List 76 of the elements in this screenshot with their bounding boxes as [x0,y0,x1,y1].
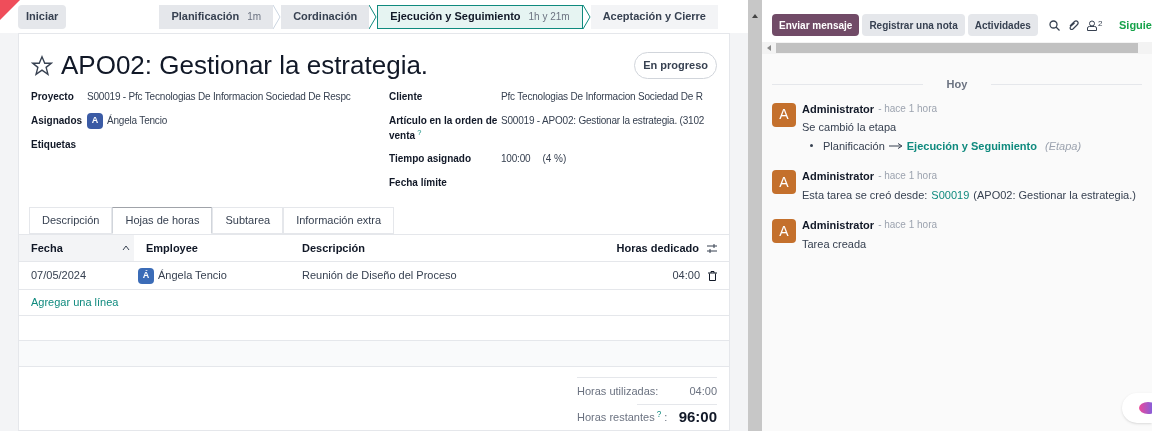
field-label: Cliente [389,90,424,104]
ribbon-corner [0,0,20,20]
table-cell-text: 04:00 [672,268,700,284]
total-value: 96:00 [678,407,717,428]
date-separator: Hoy [945,77,969,92]
stage-button[interactable]: Aceptación y Cierre [590,4,718,29]
field-label: Proyecto [31,90,75,104]
avatar: A [772,170,796,194]
chevron-icon [582,4,591,29]
trash-icon[interactable] [708,270,717,281]
tracking-field: (Etapa) [1044,137,1082,154]
field-value: Ángela Tencio [107,113,168,128]
add-line-link[interactable]: Agregar una línea [31,294,119,311]
arrow-icon [888,142,903,149]
scroll-left-icon[interactable] [766,45,772,51]
horizontal-scrollbar[interactable] [776,43,1138,53]
table-cell-text: Ángela Tencio [158,268,227,284]
message-author: Administrator [802,218,875,233]
record-link[interactable]: S00019 [931,186,970,203]
column-header[interactable]: Descripción [302,239,365,257]
tab[interactable]: Subtarea [212,207,284,234]
message-text: Se cambió la etapa [802,120,898,135]
field-label: Fecha límite [389,176,448,190]
chevron-icon [369,4,378,29]
chatter-button[interactable]: Enviar mensaje [772,14,860,36]
field-value: Pfc Tecnologias De Informacion Sociedad De R [501,90,703,104]
search-icon[interactable] [1048,19,1060,31]
total-value: 04:00 [689,383,717,399]
chatter-button[interactable]: Registrar una nota [862,14,965,36]
stage-button[interactable]: Planificación 1m [159,4,274,29]
followers-button[interactable]: 2 [1086,19,1103,31]
start-button[interactable]: Iniciar [18,4,67,29]
column-settings-icon[interactable] [707,243,717,253]
avatar-badge: A [87,113,103,129]
assistant-button[interactable] [1122,393,1152,423]
sort-icon[interactable] [122,245,130,251]
column-header[interactable]: Fecha [31,239,63,257]
column-header[interactable]: Horas dedicado [616,239,699,257]
message-text: (APO02: Gestionar la estrategia.) [973,187,1136,203]
tracking-new-value: Ejecución y Seguimiento [906,138,1037,154]
avatar-badge: Á [138,267,154,284]
message-text: Tarea creada [802,236,868,252]
message-author: Administrator [802,169,875,184]
tracking-old-value: Planificación [823,138,885,154]
field-value: (4 %) [542,152,567,166]
message-author: Administrator [802,101,875,117]
message-text: Esta tarea se creó desde: [802,187,928,203]
message-time: - hace 1 hora [878,169,938,183]
chatter-button[interactable]: Actividades [967,14,1038,36]
total-label: Horas utilizadas: [577,383,659,399]
field-label: Asignados [31,114,84,128]
tab[interactable]: Información extra [283,207,395,234]
column-header[interactable]: Employee [146,239,198,257]
field-label: Tiempo asignado [389,152,473,166]
table-cell: Reunión de Diseño del Proceso [302,269,457,282]
field-label: Etiquetas [31,138,77,152]
avatar: A [772,219,796,243]
task-title: APO02: Gestionar la estrategia. [61,49,429,82]
chevron-icon [273,4,282,29]
field-value: S00019 - APO02: Gestionar la estrategia. (3102 [501,114,705,128]
bullet-icon [810,144,813,148]
tab[interactable]: Hojas de horas [112,207,213,234]
stage-button[interactable]: Cordinación [281,4,370,29]
table-cell: 07/05/2024 [31,269,87,282]
total-label: Horas restantes $^{?}$ : [577,409,668,426]
avatar: A [772,102,796,127]
tab[interactable]: Descripción [29,207,113,234]
message-time: - hace 1 hora [878,101,938,116]
stage-button[interactable]: Ejecución y Seguimiento 1h y 21m [377,4,583,29]
field-value: S00019 - Pfc Tecnologias De Informacion Sociedad De Respc [87,90,351,104]
scroll-up-icon[interactable] [751,12,759,20]
message-time: - hace 1 hora [878,218,938,232]
star-icon[interactable] [31,54,53,77]
field-label: Artículo en la orden de venta $^{?}$ [389,114,499,143]
paperclip-icon[interactable] [1067,19,1079,31]
field-value: 100:00 [501,152,531,166]
